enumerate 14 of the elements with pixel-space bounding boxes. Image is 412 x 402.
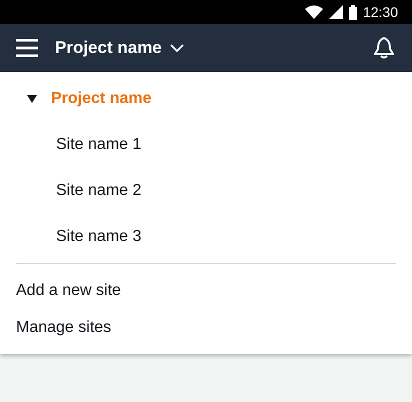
site-item[interactable]: Site name 1 (0, 122, 412, 168)
site-item[interactable]: Site name 2 (0, 168, 412, 214)
bell-icon[interactable] (372, 36, 396, 60)
menu-link[interactable]: Add a new site (0, 272, 412, 309)
chevron-icon (170, 44, 184, 52)
status-time: 12:30 (362, 4, 398, 20)
signal-icon (328, 5, 343, 19)
menu-link[interactable]: Manage sites (0, 309, 412, 346)
wifi-icon (304, 5, 323, 19)
site-item[interactable]: Site name 3 (0, 214, 412, 260)
expand-icon[interactable] (27, 94, 37, 104)
project-dropdown[interactable]: Project name (55, 38, 184, 58)
menu-icon[interactable] (16, 39, 38, 57)
battery-icon (348, 4, 357, 20)
